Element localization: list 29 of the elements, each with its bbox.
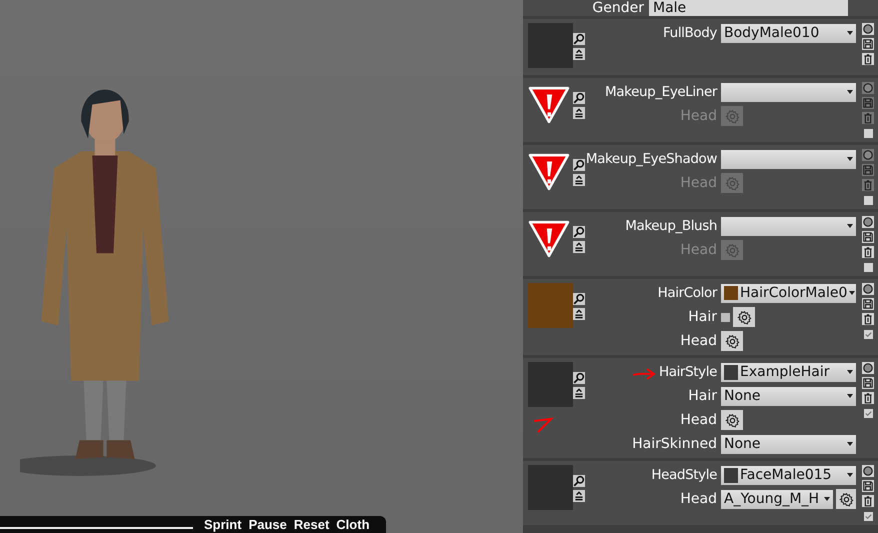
slot-label: Makeup_EyeLiner xyxy=(605,84,717,100)
dropdown-field[interactable]: HairColorMale0 xyxy=(721,284,856,302)
slot-label: Makeup_Blush xyxy=(625,218,717,234)
dropdown-field[interactable]: FaceMale015 xyxy=(721,466,856,484)
dropdown-field[interactable]: A_Young_M_H xyxy=(721,490,833,508)
slot-label: Makeup_EyeShadow xyxy=(586,151,717,167)
toolbar-link[interactable]: Pause xyxy=(248,516,287,533)
value-field[interactable]: Male xyxy=(649,0,848,16)
field-label: Head xyxy=(680,412,717,428)
dropdown-field[interactable]: None xyxy=(721,434,856,454)
slot-label: FullBody xyxy=(663,25,717,41)
slot-label: HeadStyle xyxy=(651,467,717,483)
field-label: Hair xyxy=(688,309,717,325)
field-label: Head xyxy=(680,108,717,124)
field-label: Head xyxy=(680,491,717,507)
dropdown-field[interactable]: None xyxy=(721,386,856,406)
dropdown-field[interactable]: BodyMale010 xyxy=(721,24,856,42)
field-label: Head xyxy=(680,333,717,349)
field-label: Gender xyxy=(592,0,644,16)
toolbar-link[interactable]: Cloth xyxy=(336,516,370,533)
field-label: HairSkinned xyxy=(632,436,717,452)
toolbar-link[interactable]: Sprint xyxy=(204,516,242,533)
field-label: Head xyxy=(680,175,717,191)
slot-label: HairStyle xyxy=(658,364,717,380)
field-label: Head xyxy=(680,242,717,258)
field-label: Hair xyxy=(688,388,717,404)
toolbar-link[interactable]: Reset xyxy=(294,516,330,533)
dropdown-field[interactable]: ExampleHair xyxy=(721,362,856,382)
slot-label: HairColor xyxy=(658,285,717,301)
